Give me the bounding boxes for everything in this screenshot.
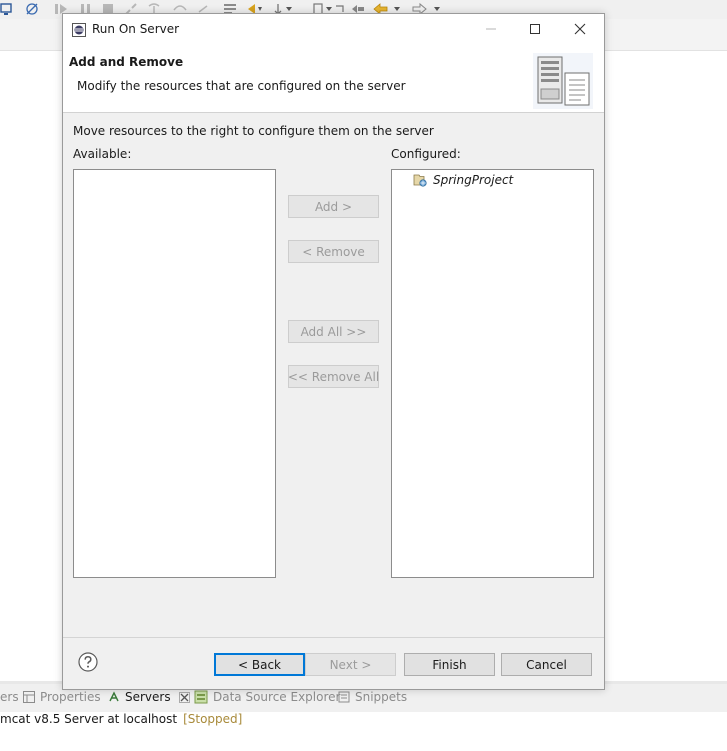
back-button[interactable]: < Back <box>214 653 305 676</box>
view-tab-markers[interactable]: ers <box>0 690 19 704</box>
wizard-header: Add and Remove Modify the resources that… <box>63 46 604 113</box>
add-button[interactable]: Add > <box>288 195 379 218</box>
close-button[interactable] <box>558 14 602 44</box>
view-tab-data-source-explorer[interactable]: Data Source Explorer <box>194 690 340 704</box>
configured-resources-list[interactable]: SpringProject <box>391 169 594 578</box>
view-tab-properties[interactable]: Properties <box>23 690 101 704</box>
minimize-button[interactable] <box>469 14 513 44</box>
dialog-titlebar[interactable]: Run On Server <box>63 14 604 46</box>
instruction-text: Move resources to the right to configure… <box>73 124 434 138</box>
available-label: Available: <box>73 147 132 161</box>
wizard-page-title: Add and Remove <box>69 55 184 69</box>
project-name: SpringProject <box>433 173 514 187</box>
dialog-title: Run On Server <box>92 22 180 36</box>
configured-label: Configured: <box>391 147 461 161</box>
list-item[interactable]: SpringProject <box>413 173 513 187</box>
available-resources-list[interactable] <box>73 169 276 578</box>
server-list-entry[interactable]: mcat v8.5 Server at localhost [Stopped] <box>0 712 242 726</box>
maximize-icon <box>530 24 540 34</box>
data-source-icon <box>194 690 208 704</box>
properties-icon <box>23 691 35 703</box>
footer-divider <box>63 637 604 638</box>
maximize-button[interactable] <box>513 14 557 44</box>
close-tab-icon[interactable] <box>178 691 190 703</box>
eclipse-app-icon <box>72 23 86 37</box>
run-on-server-dialog: Run On Server Add and Remove Modify the … <box>62 13 605 690</box>
close-icon <box>574 23 586 35</box>
web-project-icon <box>413 174 427 187</box>
toolbar-skip-breakpoints-icon[interactable] <box>24 1 40 16</box>
server-name: mcat v8.5 Server at localhost <box>0 712 178 726</box>
view-tab-label: ers <box>0 690 19 704</box>
next-button[interactable]: Next > <box>305 653 396 676</box>
snippets-icon <box>338 691 350 703</box>
view-tab-label: Data Source Explorer <box>213 690 341 704</box>
help-icon[interactable] <box>78 652 98 672</box>
view-tab-label: Snippets <box>355 690 408 704</box>
remove-button[interactable]: < Remove <box>288 240 379 263</box>
cancel-button[interactable]: Cancel <box>501 653 592 676</box>
wizard-page-description: Modify the resources that are configured… <box>77 79 406 93</box>
add-all-button[interactable]: Add All >> <box>288 320 379 343</box>
server-status: [Stopped] <box>183 712 243 726</box>
view-tab-label: Properties <box>40 690 101 704</box>
finish-button[interactable]: Finish <box>404 653 495 676</box>
servers-view-icon <box>109 691 119 702</box>
server-banner-icon <box>533 53 593 109</box>
view-tab-snippets[interactable]: Snippets <box>338 690 407 704</box>
minimize-icon <box>486 28 496 30</box>
toolbar-monitor-icon[interactable] <box>0 1 12 16</box>
remove-all-button[interactable]: << Remove All <box>288 365 379 388</box>
view-tab-label: Servers <box>125 690 171 704</box>
view-tab-servers[interactable]: Servers <box>108 690 190 704</box>
